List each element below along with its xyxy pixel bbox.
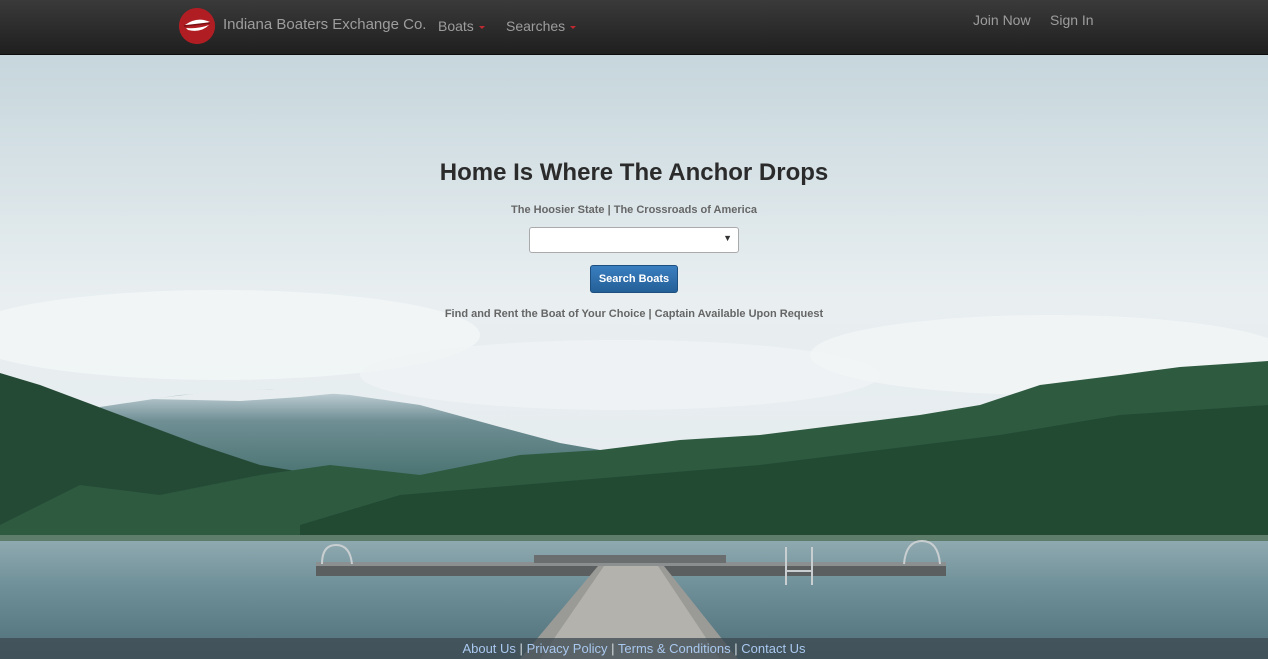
caret-down-icon xyxy=(478,25,485,29)
hero-title: Home Is Where The Anchor Drops xyxy=(439,159,829,186)
footer-link-terms-conditions[interactable]: Terms & Conditions xyxy=(618,641,731,656)
sign-in-link[interactable]: Sign In xyxy=(1050,12,1094,28)
footer-link-about-us[interactable]: About Us xyxy=(462,641,515,656)
nav-searches-label: Searches xyxy=(506,18,566,34)
footer-separator: | xyxy=(611,641,615,656)
nav-boats-label: Boats xyxy=(438,18,474,34)
lake-landscape-background xyxy=(0,55,1268,659)
nav-boats-dropdown[interactable]: Boats xyxy=(438,18,485,34)
caret-down-icon xyxy=(570,25,577,29)
footer-link-privacy-policy[interactable]: Privacy Policy xyxy=(527,641,608,656)
footer-bar: About Us | Privacy Policy | Terms & Cond… xyxy=(0,638,1268,659)
footer-separator: | xyxy=(519,641,523,656)
hero-tagline: Find and Rent the Boat of Your Choice | … xyxy=(444,308,824,320)
hero-section: Home Is Where The Anchor Drops The Hoosi… xyxy=(0,55,1268,659)
search-boats-button[interactable]: Search Boats xyxy=(590,265,678,293)
hero-subtitle: The Hoosier State | The Crossroads of Am… xyxy=(511,204,757,216)
nav-searches-dropdown[interactable]: Searches xyxy=(506,18,577,34)
brand-name[interactable]: Indiana Boaters Exchange Co. xyxy=(223,16,426,33)
chevron-down-icon: ▼ xyxy=(723,233,732,243)
top-navbar: Indiana Boaters Exchange Co. Boats Searc… xyxy=(0,0,1268,55)
join-now-link[interactable]: Join Now xyxy=(973,12,1031,28)
footer-separator: | xyxy=(734,641,738,656)
boat-logo-icon[interactable] xyxy=(179,8,215,44)
location-select[interactable]: ▼ xyxy=(529,227,739,253)
footer-link-contact-us[interactable]: Contact Us xyxy=(741,641,805,656)
